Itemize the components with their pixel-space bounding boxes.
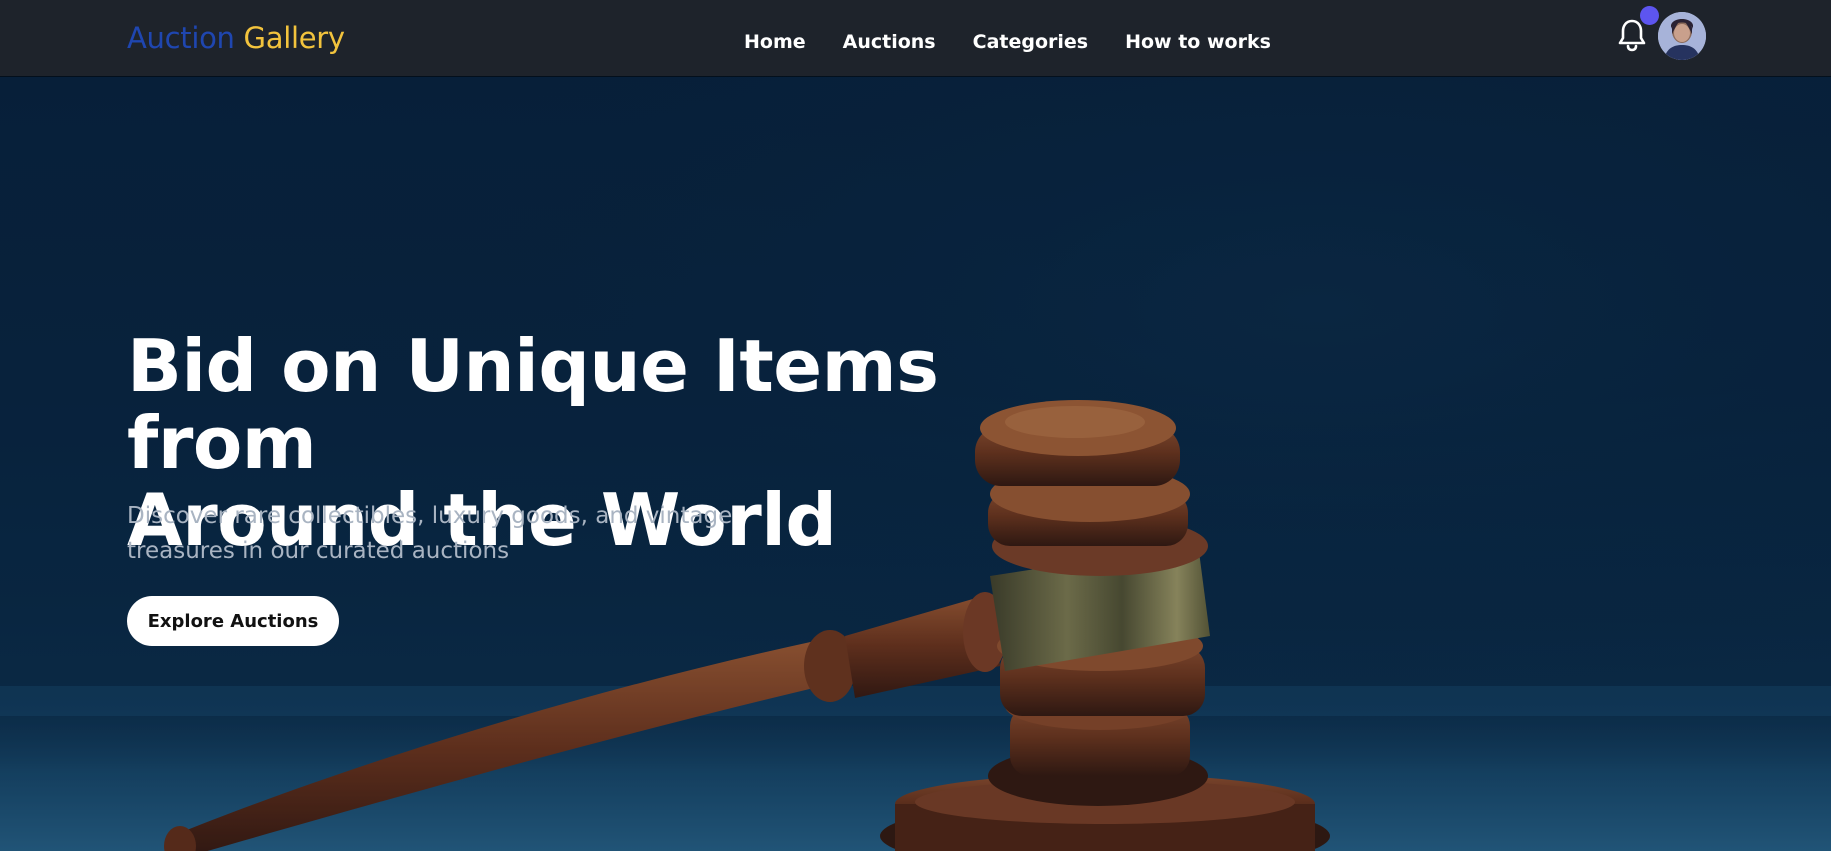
site-logo[interactable]: Auction Gallery bbox=[127, 18, 345, 58]
nav-link-home[interactable]: Home bbox=[744, 26, 806, 58]
nav-link-categories[interactable]: Categories bbox=[973, 26, 1088, 58]
notification-badge bbox=[1640, 6, 1659, 25]
logo-word-gallery: Gallery bbox=[243, 21, 345, 55]
main-nav: Home Auctions Categories How to works bbox=[744, 26, 1308, 58]
hero-section: Bid on Unique Items from Around the Worl… bbox=[0, 76, 1831, 851]
nav-link-how-it-works[interactable]: How to works bbox=[1125, 26, 1271, 58]
hero-subtitle: Discover rare collectibles, luxury goods… bbox=[127, 499, 747, 569]
hero-subtitle-line-1: Discover rare collectibles, luxury goods… bbox=[127, 503, 733, 529]
explore-auctions-button[interactable]: Explore Auctions bbox=[127, 596, 339, 646]
hero-title-line-1: Bid on Unique Items from bbox=[127, 324, 939, 485]
nav-link-auctions[interactable]: Auctions bbox=[843, 26, 936, 58]
user-avatar[interactable] bbox=[1658, 12, 1706, 60]
hero-subtitle-line-2: treasures in our curated auctions bbox=[127, 538, 510, 564]
navbar: Auction Gallery Home Auctions Categories… bbox=[0, 0, 1831, 76]
logo-word-auction: Auction bbox=[127, 21, 235, 55]
bell-icon[interactable] bbox=[1617, 18, 1647, 52]
